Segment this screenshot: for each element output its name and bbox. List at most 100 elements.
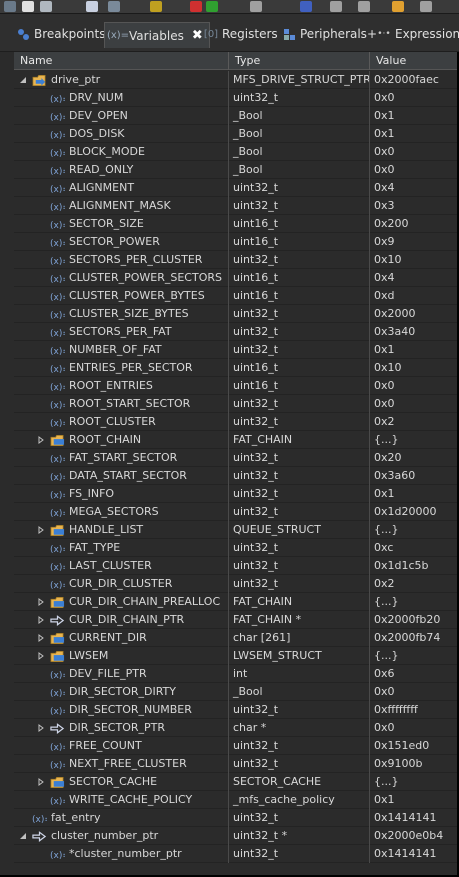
variable-value-cell[interactable]: 0xc <box>370 539 457 557</box>
variable-row[interactable]: HANDLE_LIST QUEUE_STRUCT {...} <box>14 521 457 539</box>
variable-name-cell[interactable]: (x)= MEGA_SECTORS <box>14 503 229 521</box>
collapsed-twisty-icon[interactable] <box>36 611 46 629</box>
column-header-value[interactable]: Value <box>370 52 457 70</box>
variable-value-cell[interactable]: 0x1d1c5b <box>370 557 457 575</box>
variable-name-cell[interactable]: (x)= WRITE_CACHE_POLICY <box>14 791 229 809</box>
variable-name-cell[interactable]: DIR_SECTOR_PTR <box>14 719 229 737</box>
expanded-twisty-icon[interactable] <box>18 71 28 89</box>
variable-row[interactable]: (x)= ALIGNMENT_MASK uint32_t0x3 <box>14 197 457 215</box>
variable-row[interactable]: (x)= ROOT_START_SECTOR uint32_t0x0 <box>14 395 457 413</box>
toolbar-button[interactable] <box>206 1 218 12</box>
variable-value-cell[interactable]: 0x3 <box>370 197 457 215</box>
variable-row[interactable]: ROOT_CHAIN FAT_CHAIN {...} <box>14 431 457 449</box>
variable-value-cell[interactable]: 0x1 <box>370 125 457 143</box>
variable-value-cell[interactable]: 0x9100b <box>370 755 457 773</box>
collapsed-twisty-icon[interactable] <box>36 647 46 665</box>
variable-value-cell[interactable]: 0x2000faec <box>370 71 457 89</box>
variable-name-cell[interactable]: ROOT_CHAIN <box>14 431 229 449</box>
variable-row[interactable]: (x)= LAST_CLUSTER uint32_t0x1d1c5b <box>14 557 457 575</box>
variable-value-cell[interactable]: 0x1414141 <box>370 809 457 827</box>
variable-value-cell[interactable]: 0x2000e0b4 <box>370 827 457 845</box>
variable-row[interactable]: (x)= NUMBER_OF_FAT uint32_t0x1 <box>14 341 457 359</box>
variable-name-cell[interactable]: (x)= LAST_CLUSTER <box>14 557 229 575</box>
variable-value-cell[interactable]: 0x0 <box>370 143 457 161</box>
variable-row[interactable]: (x)= ALIGNMENT uint32_t0x4 <box>14 179 457 197</box>
variable-name-cell[interactable]: LWSEM <box>14 647 229 665</box>
toolbar-button[interactable] <box>22 1 34 12</box>
variable-value-cell[interactable]: 0x3a60 <box>370 467 457 485</box>
variable-row[interactable]: SECTOR_CACHE SECTOR_CACHE {...} <box>14 773 457 791</box>
variable-value-cell[interactable]: {...} <box>370 431 457 449</box>
variable-name-cell[interactable]: (x)= CUR_DIR_CLUSTER <box>14 575 229 593</box>
variable-row[interactable]: (x)= WRITE_CACHE_POLICY _mfs_cache_policy0… <box>14 791 457 809</box>
variable-value-cell[interactable]: {...} <box>370 647 457 665</box>
collapsed-twisty-icon[interactable] <box>36 431 46 449</box>
variable-value-cell[interactable]: 0x3a40 <box>370 323 457 341</box>
variable-value-cell[interactable]: 0x9 <box>370 233 457 251</box>
variable-row[interactable]: (x)= ROOT_ENTRIES uint16_t0x0 <box>14 377 457 395</box>
variable-name-cell[interactable]: HANDLE_LIST <box>14 521 229 539</box>
variable-name-cell[interactable]: (x)= FS_INFO <box>14 485 229 503</box>
variable-name-cell[interactable]: (x)= CLUSTER_POWER_BYTES <box>14 287 229 305</box>
variable-row[interactable]: (x)= DIR_SECTOR_NUMBER uint32_t0xffffffff <box>14 701 457 719</box>
variable-row[interactable]: (x)= BLOCK_MODE _Bool0x0 <box>14 143 457 161</box>
toolbar-button[interactable] <box>86 1 98 12</box>
close-icon[interactable]: ✖ <box>192 28 203 43</box>
collapsed-twisty-icon[interactable] <box>36 521 46 539</box>
variable-value-cell[interactable]: 0x1 <box>370 791 457 809</box>
variable-row[interactable]: (x)= CUR_DIR_CLUSTER uint32_t0x2 <box>14 575 457 593</box>
variable-name-cell[interactable]: (x)= ROOT_CLUSTER <box>14 413 229 431</box>
variable-row[interactable]: CUR_DIR_CHAIN_PTR FAT_CHAIN * 0x2000fb20 <box>14 611 457 629</box>
variable-name-cell[interactable]: (x)= *cluster_number_ptr <box>14 845 229 863</box>
variable-name-cell[interactable]: (x)= SECTOR_SIZE <box>14 215 229 233</box>
collapsed-twisty-icon[interactable] <box>36 629 46 647</box>
variable-name-cell[interactable]: (x)= FREE_COUNT <box>14 737 229 755</box>
variable-value-cell[interactable]: 0x20 <box>370 449 457 467</box>
variable-row[interactable]: (x)= NEXT_FREE_CLUSTER uint32_t0x9100b <box>14 755 457 773</box>
variable-row[interactable]: (x)= FAT_TYPE uint32_t0xc <box>14 539 457 557</box>
variable-value-cell[interactable]: 0x2000 <box>370 305 457 323</box>
variable-name-cell[interactable]: (x)= SECTORS_PER_FAT <box>14 323 229 341</box>
variable-row[interactable]: (x)= DEV_OPEN _Bool0x1 <box>14 107 457 125</box>
toolbar-button[interactable] <box>358 1 370 12</box>
variable-name-cell[interactable]: (x)= DEV_FILE_PTR <box>14 665 229 683</box>
toolbar-button[interactable] <box>250 1 262 12</box>
variable-row[interactable]: (x)= CLUSTER_POWER_BYTES uint16_t0xd <box>14 287 457 305</box>
expanded-twisty-icon[interactable] <box>18 827 28 845</box>
tab-variables[interactable]: (x)= Variables ✖ <box>104 22 210 48</box>
variable-value-cell[interactable]: 0x2000fb20 <box>370 611 457 629</box>
variable-value-cell[interactable]: 0x10 <box>370 359 457 377</box>
collapsed-twisty-icon[interactable] <box>36 773 46 791</box>
variable-row[interactable]: drive_ptr MFS_DRIVE_STRUCT_PTR 0x2000faec <box>14 71 457 89</box>
toolbar-button[interactable] <box>4 1 16 12</box>
toolbar-button[interactable] <box>108 1 120 12</box>
toolbar-button[interactable] <box>392 1 404 12</box>
variable-name-cell[interactable]: (x)= DOS_DISK <box>14 125 229 143</box>
variable-row[interactable]: (x)= READ_ONLY _Bool0x0 <box>14 161 457 179</box>
column-header-type[interactable]: Type <box>229 52 370 70</box>
variable-value-cell[interactable]: 0xffffffff <box>370 701 457 719</box>
variable-value-cell[interactable]: 0x10 <box>370 251 457 269</box>
variable-row[interactable]: DIR_SECTOR_PTR char * 0x0 <box>14 719 457 737</box>
variable-name-cell[interactable]: SECTOR_CACHE <box>14 773 229 791</box>
variable-name-cell[interactable]: (x)= ENTRIES_PER_SECTOR <box>14 359 229 377</box>
variable-name-cell[interactable]: (x)= NUMBER_OF_FAT <box>14 341 229 359</box>
variable-name-cell[interactable]: cluster_number_ptr <box>14 827 229 845</box>
variable-value-cell[interactable]: {...} <box>370 773 457 791</box>
variable-value-cell[interactable]: 0x2 <box>370 575 457 593</box>
variable-name-cell[interactable]: CURRENT_DIR <box>14 629 229 647</box>
variable-row[interactable]: (x)= SECTOR_SIZE uint16_t0x200 <box>14 215 457 233</box>
variable-row[interactable]: (x)= DIR_SECTOR_DIRTY _Bool0x0 <box>14 683 457 701</box>
tab-registers[interactable]: [0] Registers <box>204 23 278 45</box>
variable-name-cell[interactable]: (x)= ALIGNMENT_MASK <box>14 197 229 215</box>
variable-name-cell[interactable]: (x)= SECTORS_PER_CLUSTER <box>14 251 229 269</box>
toolbar-button[interactable] <box>150 1 162 12</box>
variable-value-cell[interactable]: 0x4 <box>370 179 457 197</box>
tab-peripherals[interactable]: Peripherals+ <box>282 23 377 45</box>
variable-value-cell[interactable]: 0x0 <box>370 395 457 413</box>
variable-row[interactable]: (x)= DOS_DISK _Bool0x1 <box>14 125 457 143</box>
variable-row[interactable]: CUR_DIR_CHAIN_PREALLOC FAT_CHAIN {...} <box>14 593 457 611</box>
tab-breakpoints[interactable]: Breakpoints <box>16 23 105 45</box>
variable-row[interactable]: (x)= fat_entry uint32_t0x1414141 <box>14 809 457 827</box>
variable-value-cell[interactable]: 0x0 <box>370 719 457 737</box>
